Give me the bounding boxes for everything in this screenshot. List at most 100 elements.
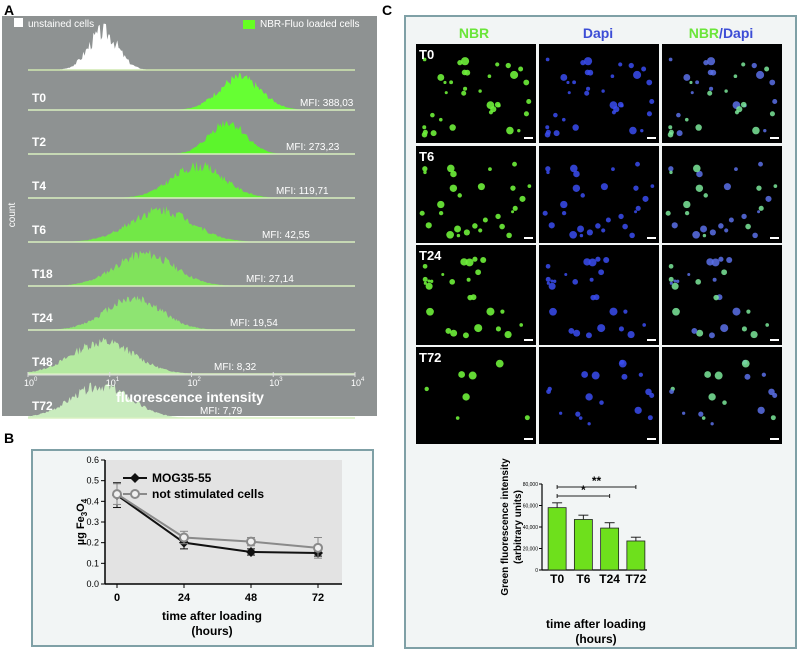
cell-dot xyxy=(457,60,463,66)
mfi-t0: MFI: 388,03 xyxy=(300,98,354,109)
chart-c-x-tick-label: T6 xyxy=(576,572,590,586)
chart-c-y-tick-label: 20,000 xyxy=(523,547,539,553)
cell-dot xyxy=(472,223,478,229)
cell-dot xyxy=(455,416,460,420)
cell-dot xyxy=(523,111,529,117)
cell-dot xyxy=(673,279,677,283)
scale-bar xyxy=(647,137,656,139)
cell-dot xyxy=(740,101,747,108)
cell-dot xyxy=(575,411,581,417)
flow-x-label: fluorescence intensity xyxy=(116,389,264,405)
cell-dot xyxy=(572,80,577,85)
cell-dot xyxy=(553,279,557,283)
cell-dot xyxy=(510,185,516,191)
cell-dot xyxy=(438,210,444,216)
row-label-t2: T2 xyxy=(32,135,46,149)
micrograph-t6-dapi xyxy=(539,146,659,243)
cell-dot xyxy=(449,184,458,192)
cell-dot xyxy=(545,263,551,269)
cell-dot xyxy=(605,217,611,223)
cell-dot xyxy=(690,91,694,95)
cell-dot xyxy=(560,74,568,81)
scale-bar xyxy=(524,339,533,341)
cell-dot xyxy=(506,232,512,239)
cell-dot xyxy=(741,213,747,220)
cell-dot xyxy=(692,230,701,239)
cell-dot xyxy=(623,309,628,314)
cell-dot xyxy=(462,393,470,401)
legend-label-0: MOG35-55 xyxy=(152,471,212,485)
cell-dot xyxy=(545,276,551,282)
cell-dot xyxy=(758,205,764,211)
cell-dot xyxy=(704,371,712,378)
cell-dot xyxy=(542,210,548,216)
cell-dot xyxy=(649,98,655,104)
cell-dot xyxy=(463,86,468,91)
cell-dot xyxy=(422,125,427,130)
cell-dot xyxy=(447,164,455,173)
cell-dot xyxy=(495,359,504,368)
cell-dot xyxy=(495,326,501,332)
cell-dot xyxy=(772,392,778,398)
cell-dot xyxy=(638,372,644,377)
cell-dot xyxy=(475,269,482,276)
cell-dot xyxy=(703,60,709,66)
cell-dot xyxy=(506,126,514,135)
cell-dot xyxy=(583,57,593,66)
chart-b-x-tick-label: 0 xyxy=(114,592,120,604)
scale-bar xyxy=(524,438,533,440)
flow-x-tick-label: 10 xyxy=(106,378,116,388)
chart-b-y-tick-label: 0.6 xyxy=(86,455,99,465)
cell-dot xyxy=(698,411,704,417)
cell-dot xyxy=(597,324,606,333)
cell-dot xyxy=(580,60,586,66)
legend-marker xyxy=(130,489,140,499)
cell-dot xyxy=(711,258,720,267)
cell-dot xyxy=(527,184,532,188)
cell-dot xyxy=(706,57,716,66)
chart-c-x-label-line1: time after loading xyxy=(546,617,646,631)
cell-dot xyxy=(618,62,623,67)
chart-b-y-label: µg Fe3O4 xyxy=(75,498,89,545)
chart-c-x-tick-label: T0 xyxy=(550,572,564,586)
micrograph-t72-dapi xyxy=(539,347,659,444)
cell-dot xyxy=(693,164,701,173)
panel-letter-b: B xyxy=(4,430,15,446)
cell-dot xyxy=(676,130,683,137)
cell-dot xyxy=(724,89,728,93)
cell-dot xyxy=(676,112,681,118)
cell-dot xyxy=(464,69,471,76)
cell-dot xyxy=(744,373,751,380)
cell-dot xyxy=(566,80,570,85)
cell-dot xyxy=(466,277,471,282)
cell-dot xyxy=(621,373,628,380)
chart-c-y-tick-label: 40,000 xyxy=(523,525,539,531)
chart-c-x-tick-label: T24 xyxy=(599,572,620,586)
cell-dot xyxy=(757,406,765,414)
cell-dot xyxy=(695,279,702,285)
cell-dot xyxy=(732,307,741,316)
point-not-stimulated xyxy=(179,532,189,543)
micrograph-t6-merge xyxy=(662,146,782,243)
cell-dot xyxy=(772,98,778,104)
cell-dot xyxy=(585,393,593,401)
cell-dot xyxy=(763,128,767,133)
cell-dot xyxy=(709,86,714,91)
cell-dot xyxy=(490,106,497,113)
chart-b-y-tick-label: 0.2 xyxy=(86,538,99,548)
cell-dot xyxy=(586,229,593,236)
cell-dot xyxy=(613,106,620,113)
cell-dot xyxy=(713,294,719,301)
cell-dot xyxy=(684,210,690,216)
row-label-t4: T4 xyxy=(32,179,46,193)
cell-dot xyxy=(617,101,624,108)
cell-dot xyxy=(478,228,483,233)
cell-dot xyxy=(580,193,585,198)
cell-dot xyxy=(741,359,750,368)
flow-x-tick-label: 10 xyxy=(24,378,34,388)
cell-dot xyxy=(590,294,596,301)
cell-dot xyxy=(488,167,492,172)
cell-dot xyxy=(750,331,758,339)
cell-dot xyxy=(585,332,592,339)
mfi-t18: MFI: 27,14 xyxy=(246,274,294,285)
